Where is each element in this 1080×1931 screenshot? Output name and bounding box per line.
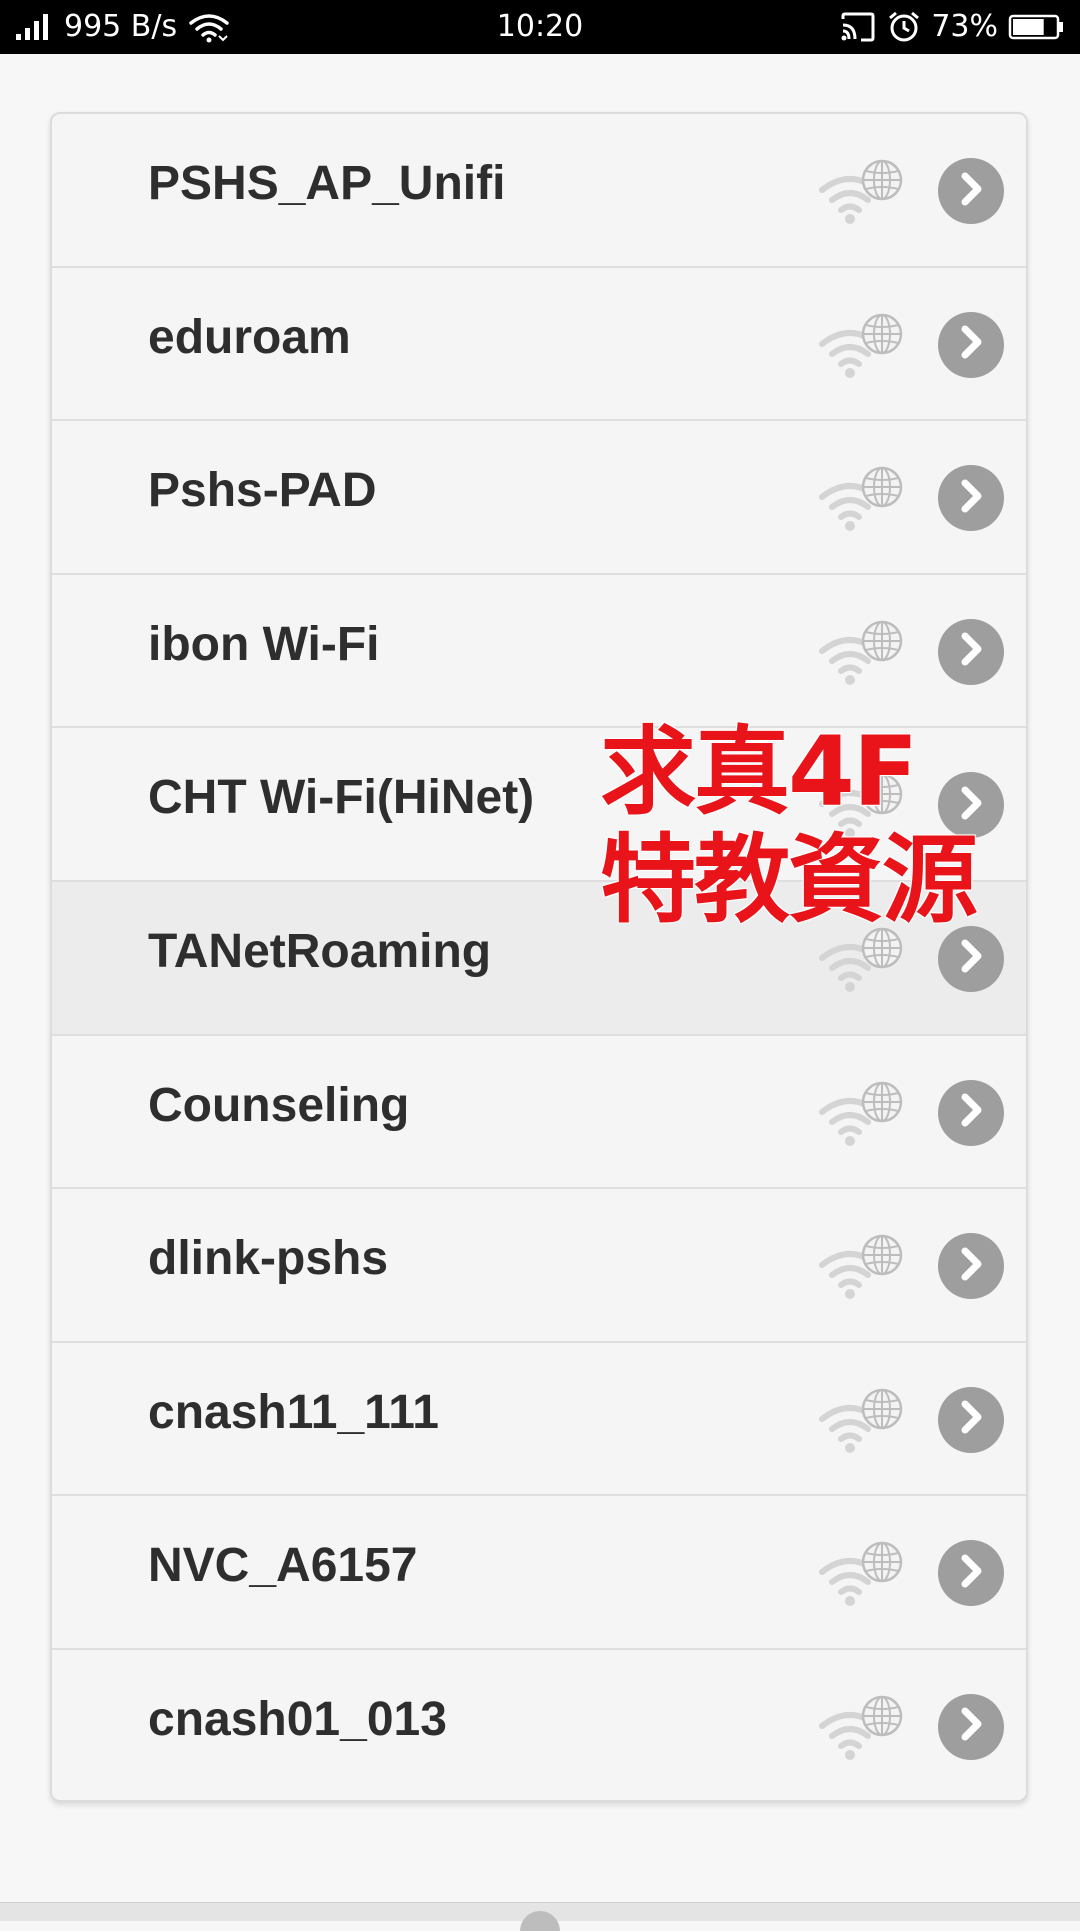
cast-icon [839, 11, 877, 43]
network-details-button[interactable] [938, 772, 1004, 839]
network-name: ibon Wi-Fi [148, 617, 380, 671]
network-row[interactable]: cnash01_013 [52, 1650, 1026, 1800]
chevron-right-icon [954, 170, 988, 213]
wifi-globe-icon [816, 1233, 908, 1305]
status-bar-right: 73% [839, 0, 1066, 54]
network-row[interactable]: ibon Wi-Fi [52, 575, 1026, 729]
network-row[interactable]: NVC_A6157 [52, 1496, 1026, 1650]
wifi-globe-icon [816, 926, 908, 998]
wifi-network-list: PSHS_AP_Unifieduroam Pshs-PAD ibon Wi-Fi CH… [50, 112, 1028, 1802]
chevron-right-icon [954, 1245, 988, 1288]
network-row[interactable]: dlink-pshs [52, 1189, 1026, 1343]
network-name: cnash11_111 [148, 1385, 439, 1439]
network-details-button[interactable] [938, 465, 1004, 532]
chevron-right-icon [954, 1398, 988, 1441]
chevron-right-icon [954, 630, 988, 673]
network-name: dlink-pshs [148, 1232, 389, 1286]
network-name: Counseling [148, 1078, 410, 1132]
network-details-button[interactable] [938, 1233, 1004, 1300]
network-row[interactable]: Counseling [52, 1036, 1026, 1190]
wifi-globe-icon [816, 312, 908, 384]
network-name: TANetRoaming [148, 924, 492, 978]
wifi-globe-icon [816, 1540, 908, 1612]
network-name: PSHS_AP_Unifi [148, 157, 506, 210]
chevron-right-icon [954, 1705, 988, 1748]
network-row[interactable]: cnash11_111 [52, 1343, 1026, 1497]
wifi-globe-icon [816, 772, 908, 844]
network-name: NVC_A6157 [148, 1539, 418, 1593]
wifi-globe-icon [816, 158, 908, 230]
network-details-button[interactable] [938, 1079, 1004, 1146]
network-row[interactable]: Pshs-PAD [52, 421, 1026, 575]
network-details-button[interactable] [938, 1693, 1004, 1760]
chevron-right-icon [954, 1552, 988, 1595]
alarm-icon [887, 10, 921, 44]
network-row[interactable]: eduroam [52, 268, 1026, 422]
network-row[interactable]: PSHS_AP_Unifi [52, 114, 1026, 268]
network-row[interactable]: TANetRoaming [52, 881, 1026, 1036]
chevron-right-icon [954, 937, 988, 980]
network-details-button[interactable] [938, 925, 1004, 992]
network-row[interactable]: CHT Wi-Fi(HiNet) [52, 728, 1026, 882]
battery-percentage: 73% [931, 9, 998, 44]
network-name: cnash01_013 [148, 1692, 447, 1746]
status-bar: 995 B/s 10:20 73% [0, 0, 1080, 54]
network-details-button[interactable] [938, 618, 1004, 685]
network-name: CHT Wi-Fi(HiNet) [148, 771, 535, 825]
bottom-bar [0, 1902, 1080, 1931]
wifi-globe-icon [816, 1080, 908, 1152]
network-name: eduroam [148, 310, 351, 364]
wifi-globe-icon [816, 1387, 908, 1459]
chevron-right-icon [954, 1091, 988, 1134]
chevron-right-icon [954, 323, 988, 366]
bottom-handle[interactable] [520, 1911, 560, 1931]
battery-icon [1008, 12, 1066, 42]
wifi-globe-icon [816, 619, 908, 691]
network-name: Pshs-PAD [148, 464, 377, 518]
network-details-button[interactable] [938, 1540, 1004, 1607]
chevron-right-icon [954, 477, 988, 520]
network-details-button[interactable] [938, 158, 1004, 224]
wifi-globe-icon [816, 465, 908, 537]
wifi-globe-icon [816, 1694, 908, 1766]
network-details-button[interactable] [938, 1386, 1004, 1453]
chevron-right-icon [954, 784, 988, 827]
network-details-button[interactable] [938, 311, 1004, 378]
